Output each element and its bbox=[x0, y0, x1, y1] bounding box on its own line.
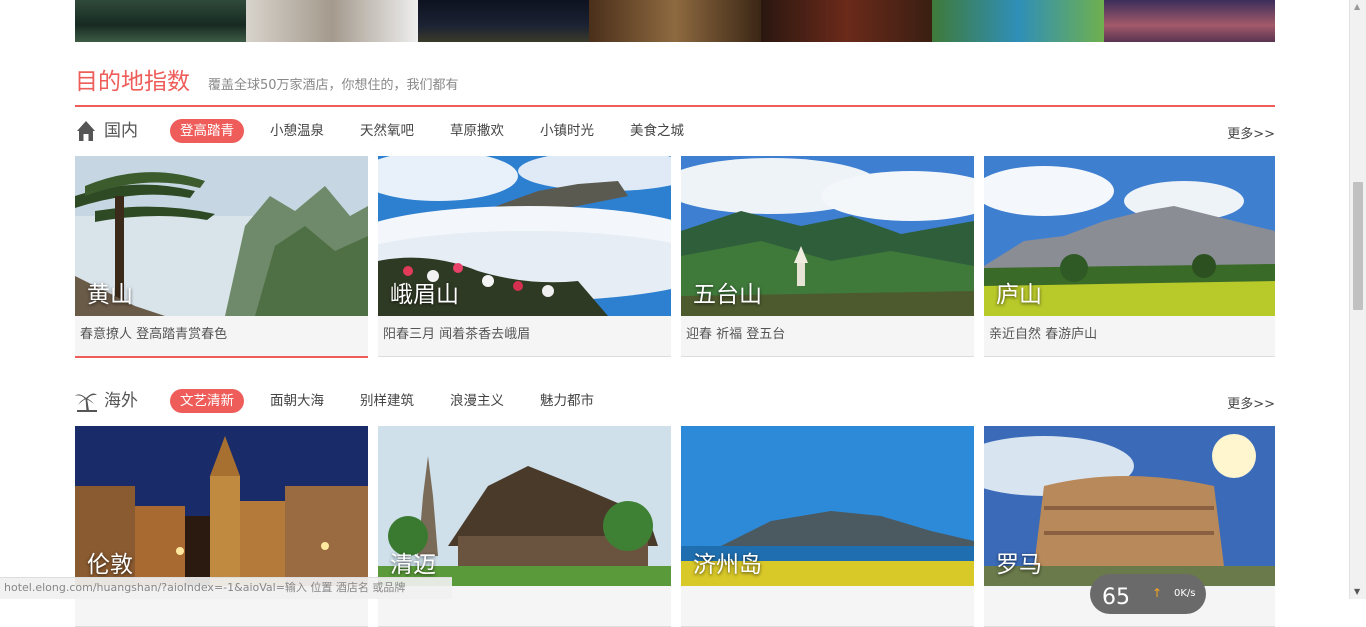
scroll-thumb[interactable] bbox=[1353, 182, 1363, 310]
card-title: 庐山 bbox=[996, 282, 1042, 308]
destination-card-huangshan[interactable]: 黄山 春意撩人 登高踏青赏春色 bbox=[75, 156, 368, 358]
strip-image[interactable] bbox=[417, 0, 590, 42]
speed-number: 65 bbox=[1102, 585, 1130, 610]
section-title: 目的地指数 bbox=[75, 69, 190, 95]
tab-denggao-taqing[interactable]: 登高踏青 bbox=[170, 119, 244, 143]
scroll-down-arrow-icon[interactable]: ▼ bbox=[1354, 587, 1360, 596]
card-title: 黄山 bbox=[87, 282, 133, 308]
vertical-scrollbar[interactable]: ▲ ▼ bbox=[1349, 0, 1366, 599]
domestic-tabs: 登高踏青 小憩温泉 天然氧吧 草原撒欢 小镇时光 美食之城 bbox=[170, 118, 710, 144]
strip-image[interactable] bbox=[932, 0, 1104, 42]
card-description: 春意撩人 登高踏青赏春色 bbox=[80, 327, 228, 342]
tab-caoyuan-sahuan[interactable]: 草原撒欢 bbox=[440, 119, 514, 143]
strip-image[interactable] bbox=[1103, 0, 1275, 42]
domestic-cards: 黄山 春意撩人 登高踏青赏春色 峨眉山 阳春三月 闻着茶香去峨眉 五台山 迎春 … bbox=[75, 156, 1275, 358]
destination-card-lushan[interactable]: 庐山 亲近自然 春游庐山 bbox=[984, 156, 1275, 357]
browser-status-bar: hotel.elong.com/huangshan/?aioIndex=-1&a… bbox=[0, 577, 452, 599]
destination-card-jeju[interactable]: 济州岛 bbox=[681, 426, 974, 627]
strip-image[interactable] bbox=[589, 0, 761, 42]
speed-value: 0K/s bbox=[1174, 588, 1196, 599]
palm-tree-icon bbox=[75, 393, 97, 412]
card-title: 清迈 bbox=[390, 552, 436, 578]
overseas-label: 海外 bbox=[104, 391, 138, 411]
card-title: 济州岛 bbox=[693, 552, 762, 578]
strip-image[interactable] bbox=[246, 0, 418, 42]
destination-card-wutaishan[interactable]: 五台山 迎春 祈福 登五台 bbox=[681, 156, 974, 357]
tab-langman-zhuyi[interactable]: 浪漫主义 bbox=[440, 389, 514, 413]
overseas-tabs: 文艺清新 面朝大海 别样建筑 浪漫主义 魅力都市 bbox=[170, 388, 620, 414]
section-subtitle: 覆盖全球50万家酒店，你想住的，我们都有 bbox=[208, 78, 459, 93]
tab-xiaozhen-shiguang[interactable]: 小镇时光 bbox=[530, 119, 604, 143]
scroll-up-arrow-icon[interactable]: ▲ bbox=[1354, 2, 1360, 11]
tab-xiaoqi-wenquan[interactable]: 小憩温泉 bbox=[260, 119, 334, 143]
card-title: 峨眉山 bbox=[390, 282, 459, 308]
card-title: 罗马 bbox=[996, 552, 1042, 578]
house-icon bbox=[77, 121, 95, 141]
tab-bieyang-jianzhu[interactable]: 别样建筑 bbox=[350, 389, 424, 413]
card-description: 迎春 祈福 登五台 bbox=[686, 327, 786, 342]
domestic-category-row: 国内 登高踏青 小憩温泉 天然氧吧 草原撒欢 小镇时光 美食之城 更多>> bbox=[75, 118, 1275, 146]
destination-card-emeishan[interactable]: 峨眉山 阳春三月 闻着茶香去峨眉 bbox=[378, 156, 671, 357]
domestic-more-link[interactable]: 更多>> bbox=[1227, 123, 1275, 142]
upload-arrow-icon: ↑ bbox=[1152, 586, 1163, 600]
tab-mianchao-dahai[interactable]: 面朝大海 bbox=[260, 389, 334, 413]
tab-meishi-zhicheng[interactable]: 美食之城 bbox=[620, 119, 694, 143]
tab-meili-dushi[interactable]: 魅力都市 bbox=[530, 389, 604, 413]
tab-tianran-yangba[interactable]: 天然氧吧 bbox=[350, 119, 424, 143]
tab-wenyi-qingxin[interactable]: 文艺清新 bbox=[170, 389, 244, 413]
top-image-strip bbox=[75, 0, 1275, 42]
overseas-category-row: 海外 文艺清新 面朝大海 别样建筑 浪漫主义 魅力都市 更多>> bbox=[75, 388, 1275, 416]
card-title: 五台山 bbox=[693, 282, 762, 308]
card-title: 伦敦 bbox=[87, 552, 133, 578]
network-speed-widget[interactable]: 65 ↑ 0K/s bbox=[1090, 574, 1206, 614]
overseas-more-link[interactable]: 更多>> bbox=[1227, 393, 1275, 412]
strip-image[interactable] bbox=[75, 0, 247, 42]
strip-image[interactable] bbox=[760, 0, 933, 42]
section-divider bbox=[75, 105, 1275, 107]
card-description: 亲近自然 春游庐山 bbox=[989, 327, 1098, 342]
card-description: 阳春三月 闻着茶香去峨眉 bbox=[383, 327, 531, 342]
domestic-label: 国内 bbox=[104, 121, 138, 141]
